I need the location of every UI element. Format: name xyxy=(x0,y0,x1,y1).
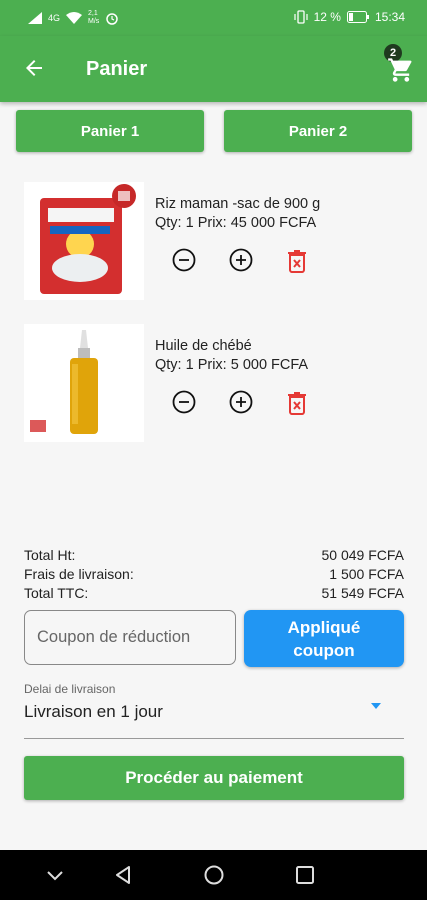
nav-hide-icon[interactable] xyxy=(44,864,66,886)
nav-back-icon[interactable] xyxy=(112,864,134,886)
page-title: Panier xyxy=(86,58,148,80)
oil-bottle-image xyxy=(30,330,98,434)
product-name: Huile de chébé xyxy=(155,338,252,354)
total-value: 1 500 FCFA xyxy=(329,566,404,582)
alarm-icon xyxy=(106,13,119,25)
status-left: 4G 2,1 M/s xyxy=(28,10,119,26)
cart-item: Huile de chébé Qty: 1 Prix: 5 000 FCFA xyxy=(24,324,404,444)
plus-circle-icon[interactable] xyxy=(229,248,253,272)
nav-home-icon[interactable] xyxy=(203,864,225,886)
battery-percent: 12 % xyxy=(313,10,341,24)
total-value: 50 049 FCFA xyxy=(321,547,405,563)
totals-summary: Total Ht: 50 049 FCFA Frais de livraison:… xyxy=(24,547,404,604)
delete-icon[interactable] xyxy=(286,249,308,273)
product-image-oil xyxy=(24,324,144,442)
rice-bag-image xyxy=(40,184,136,294)
network-speed: 2,1 M/s xyxy=(88,10,99,26)
minus-circle-icon[interactable] xyxy=(172,248,196,272)
coupon-input[interactable]: Coupon de réduction xyxy=(24,610,236,665)
vibrate-icon xyxy=(294,10,308,24)
speed-unit: M/s xyxy=(88,18,100,25)
cart-item: Riz maman -sac de 900 g Qty: 1 Prix: 45 … xyxy=(24,182,404,302)
delivery-delay-select[interactable]: Livraison en 1 jour xyxy=(24,702,163,722)
apply-coupon-button[interactable]: Appliqué coupon xyxy=(244,610,404,667)
plus-circle-icon[interactable] xyxy=(229,390,253,414)
product-name: Riz maman -sac de 900 g xyxy=(155,196,321,212)
total-row: Frais de livraison: 1 500 FCFA xyxy=(24,566,404,585)
nav-recents-icon[interactable] xyxy=(294,864,316,886)
total-label: Total TTC: xyxy=(24,585,89,601)
status-bar: 4G 2,1 M/s 12 % 15:34 xyxy=(0,0,427,36)
back-arrow-icon[interactable] xyxy=(22,56,46,80)
apply-label-line-1: Appliqué xyxy=(287,617,361,637)
total-label: Frais de livraison: xyxy=(24,566,134,582)
status-right: 12 % 15:34 xyxy=(294,10,405,24)
dropdown-caret-icon[interactable] xyxy=(368,700,384,712)
battery-icon xyxy=(346,11,369,23)
cart-icon[interactable] xyxy=(387,56,415,84)
proceed-payment-button[interactable]: Procéder au paiement xyxy=(24,756,404,800)
total-label: Total Ht: xyxy=(24,547,76,563)
apply-coupon-label: Appliqué coupon xyxy=(288,616,361,662)
minus-circle-icon[interactable] xyxy=(172,390,196,414)
tab-panier-2[interactable]: Panier 2 xyxy=(224,110,412,152)
tab-panier-1[interactable]: Panier 1 xyxy=(16,110,204,152)
total-row: Total Ht: 50 049 FCFA xyxy=(24,547,404,566)
speed-value: 2,1 xyxy=(88,10,98,17)
delete-icon[interactable] xyxy=(286,391,308,415)
wifi-icon xyxy=(66,12,83,24)
total-row: Total TTC: 51 549 FCFA xyxy=(24,585,404,604)
system-nav-bar xyxy=(0,850,427,900)
apply-label-line-2: coupon xyxy=(293,640,355,660)
total-value: 51 549 FCFA xyxy=(321,585,405,601)
product-qty-price: Qty: 1 Prix: 5 000 FCFA xyxy=(155,357,309,373)
product-image-rice xyxy=(24,182,144,300)
delivery-delay-label: Delai de livraison xyxy=(24,682,116,696)
app-bar: Panier 2 xyxy=(0,36,427,102)
product-qty-price: Qty: 1 Prix: 45 000 FCFA xyxy=(155,215,317,231)
signal-icon xyxy=(28,12,42,24)
network-type: 4G xyxy=(48,13,61,23)
dropdown-underline xyxy=(24,738,404,739)
clock: 15:34 xyxy=(374,10,405,24)
